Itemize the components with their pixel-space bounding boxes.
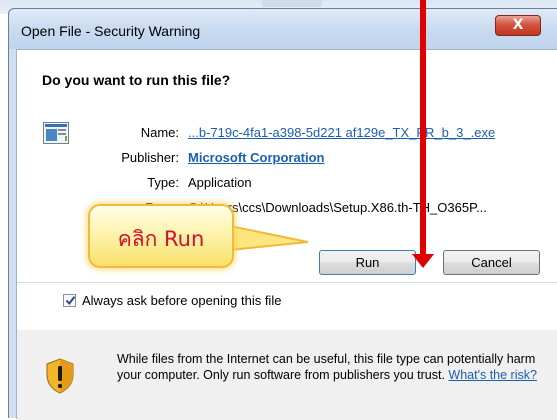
checkmark-icon (65, 296, 76, 306)
shield-warning-icon (46, 358, 74, 394)
close-button[interactable]: X (495, 15, 541, 36)
warning-footer: While files from the Internet can be use… (17, 330, 557, 420)
name-label: Name: (140, 125, 179, 140)
publisher-link[interactable]: Microsoft Corporation (188, 150, 325, 165)
window-title: Open File - Security Warning (21, 23, 201, 39)
divider (17, 282, 557, 283)
whats-the-risk-link[interactable]: What's the risk? (448, 368, 537, 382)
dialog-question: Do you want to run this file? (42, 72, 231, 88)
always-ask-label[interactable]: Always ask before opening this file (82, 293, 281, 308)
close-icon: X (512, 17, 524, 33)
title-bar: Open File - Security Warning X (9, 9, 557, 49)
type-label: Type: (147, 175, 179, 190)
instruction-callout: คลิก Run (88, 204, 234, 268)
red-arrow (420, 0, 426, 258)
file-name-link[interactable]: ...b-719c-4fa1-a398-5d221 af129e_TX_PR_b… (188, 125, 495, 140)
run-button[interactable]: Run (319, 250, 416, 275)
red-arrow-head (412, 254, 434, 268)
callout-text: คลิก Run (117, 227, 205, 251)
warning-text: While files from the Internet can be use… (117, 352, 547, 383)
cancel-button[interactable]: Cancel (443, 250, 540, 275)
background-ghost-text (262, 0, 322, 7)
type-value: Application (188, 175, 252, 190)
publisher-label: Publisher: (121, 150, 179, 165)
always-ask-checkbox[interactable] (63, 294, 76, 307)
callout-tail (230, 224, 309, 252)
